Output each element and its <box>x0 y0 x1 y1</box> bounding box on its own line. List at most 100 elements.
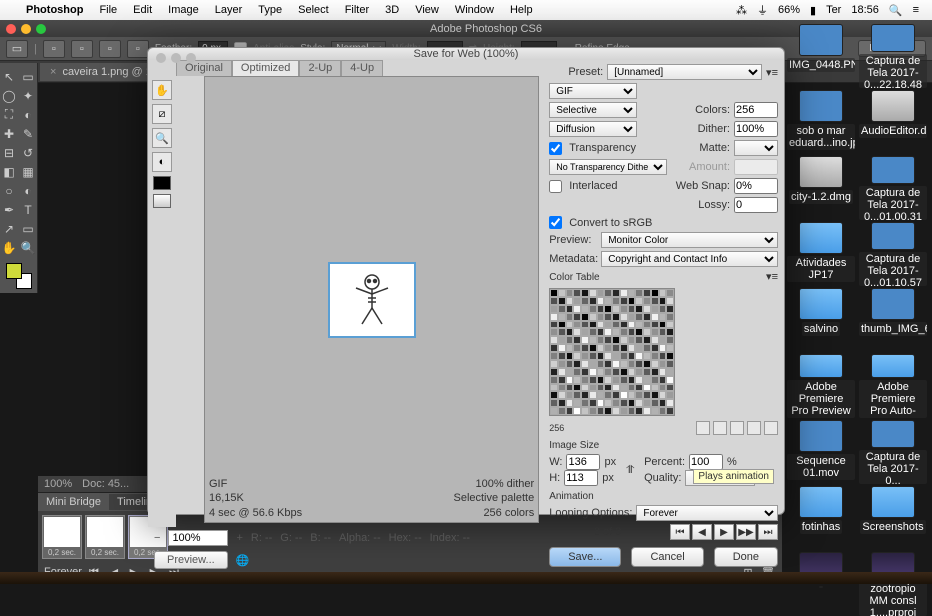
trans-dither-select[interactable]: No Transparency Dither <box>549 159 667 175</box>
eraser-tool[interactable]: ◧ <box>0 163 18 180</box>
type-tool[interactable]: T <box>19 201 37 218</box>
format-select[interactable]: GIF <box>549 83 637 99</box>
websnap-input[interactable] <box>734 178 778 194</box>
anim-next-icon[interactable]: ▶▶ <box>736 524 756 540</box>
preview-button[interactable]: Preview... <box>154 551 228 569</box>
heal-tool[interactable]: ✚ <box>0 125 18 142</box>
desktop-item[interactable]: Screenshots <box>858 486 928 550</box>
pen-tool[interactable]: ✒ <box>0 201 18 218</box>
preview-color-select[interactable]: Monitor Color <box>601 232 778 248</box>
menu-select[interactable]: Select <box>298 4 329 16</box>
srgb-checkbox[interactable] <box>549 216 562 229</box>
menu-window[interactable]: Window <box>455 4 494 16</box>
colortable-menu-icon[interactable]: ▾≡ <box>766 270 778 283</box>
timeline-frame-2[interactable]: 0,2 sec. <box>85 515 125 559</box>
zoom-out-icon[interactable]: − <box>154 532 160 544</box>
blur-tool[interactable]: ○ <box>0 182 18 199</box>
window-zoom-button[interactable] <box>36 24 46 34</box>
color-swatches[interactable] <box>6 263 32 289</box>
menu-help[interactable]: Help <box>510 4 533 16</box>
w-input[interactable] <box>566 454 600 470</box>
save-button[interactable]: Save... <box>549 547 621 567</box>
dlg-zoom-tool[interactable]: 🔍 <box>152 128 172 148</box>
notification-icon[interactable]: ≡ <box>913 4 919 16</box>
eyedropper-tool[interactable]: ◐ <box>19 106 37 123</box>
h-input[interactable] <box>564 470 598 486</box>
tab-2up[interactable]: 2-Up <box>299 60 341 76</box>
brush-tool[interactable]: ✎ <box>19 125 37 142</box>
percent-input[interactable] <box>689 454 723 470</box>
desktop-item[interactable]: zootropio MM consl 1....prproj <box>858 552 928 616</box>
menu-image[interactable]: Image <box>168 4 199 16</box>
anim-prev-icon[interactable]: ◀ <box>692 524 712 540</box>
browser-icon[interactable]: 🌐 <box>236 554 250 567</box>
desktop-item[interactable]: fotinhas <box>786 486 856 550</box>
desktop-item[interactable]: salvino <box>786 288 856 352</box>
matte-select[interactable] <box>734 140 778 156</box>
menu-view[interactable]: View <box>415 4 439 16</box>
ct-lock-icon[interactable] <box>696 421 710 435</box>
desktop-item[interactable]: thumb_IMG_6382_1024.jpg <box>858 288 928 352</box>
sel-new-icon[interactable]: ▫ <box>43 40 65 58</box>
ct-trash-icon[interactable] <box>764 421 778 435</box>
crop-tool[interactable]: ⛶ <box>0 106 18 123</box>
desktop-item[interactable]: AudioEditor.dmg <box>858 90 928 154</box>
dlg-hand-tool[interactable]: ✋ <box>152 80 172 100</box>
desktop-item[interactable]: Captura de Tela 2017-0...22.18.48 <box>858 24 928 88</box>
wand-tool[interactable]: ✦ <box>19 87 37 104</box>
tab-4up[interactable]: 4-Up <box>341 60 383 76</box>
preset-menu-icon[interactable]: ▾≡ <box>766 66 778 79</box>
dither-input[interactable] <box>734 121 778 137</box>
zoom-input[interactable] <box>168 530 228 546</box>
desktop-item[interactable]: Captura de Tela 2017-0...01.00.31 <box>858 156 928 220</box>
ct-web-icon[interactable] <box>713 421 727 435</box>
shape-tool[interactable]: ▭ <box>19 220 37 237</box>
interlaced-checkbox[interactable] <box>549 180 562 193</box>
desktop-item[interactable]: city-1.2.dmg <box>786 156 856 220</box>
dlg-close-button[interactable] <box>156 53 166 63</box>
color-table[interactable] <box>549 288 675 416</box>
sel-sub-icon[interactable]: ▫ <box>99 40 121 58</box>
lasso-tool[interactable]: ◯ <box>0 87 18 104</box>
menu-3d[interactable]: 3D <box>385 4 399 16</box>
tab-optimized[interactable]: Optimized <box>232 60 300 76</box>
desktop-item[interactable]: Captura de Tela 2017-0... <box>858 420 928 484</box>
dodge-tool[interactable]: ◐ <box>19 182 37 199</box>
move-tool[interactable]: ↖ <box>0 68 18 85</box>
dlg-slice-vis-icon[interactable] <box>153 194 171 208</box>
menu-edit[interactable]: Edit <box>133 4 152 16</box>
anim-play-icon[interactable]: ▶ <box>714 524 734 540</box>
transparency-checkbox[interactable] <box>549 142 562 155</box>
dlg-min-button[interactable] <box>171 53 181 63</box>
dlg-eyedropper-tool[interactable]: ◐ <box>152 152 172 172</box>
link-icon[interactable]: ⥣ <box>626 464 634 477</box>
ct-new-icon[interactable] <box>747 421 761 435</box>
menu-filter[interactable]: Filter <box>345 4 369 16</box>
path-tool[interactable]: ↗ <box>0 220 18 237</box>
timeline-frame-1[interactable]: 0,2 sec. <box>42 515 82 559</box>
anim-last-icon[interactable]: ⏭ <box>758 524 778 540</box>
zoom-in-icon[interactable]: + <box>236 532 242 544</box>
tool-preset-icon[interactable]: ▭ <box>6 40 28 58</box>
ct-map-icon[interactable] <box>730 421 744 435</box>
stamp-tool[interactable]: ⊟ <box>0 144 18 161</box>
fg-color-swatch[interactable] <box>6 263 22 279</box>
desktop-item[interactable]: Atividades JP17 <box>786 222 856 286</box>
desktop-item[interactable]: Adobe Premiere Pro Auto-Save <box>858 354 928 418</box>
menu-layer[interactable]: Layer <box>215 4 243 16</box>
history-brush-tool[interactable]: ↺ <box>19 144 37 161</box>
preview-canvas[interactable]: GIF 16,15K 4 sec @ 56.6 Kbps 100% dither… <box>204 76 539 523</box>
lossy-input[interactable] <box>734 197 778 213</box>
desktop-item[interactable]: Captura de Tela 2017-0...01.10.57 <box>858 222 928 286</box>
desktop-item[interactable]: Sequence 01.mov <box>786 420 856 484</box>
menu-app[interactable]: Photoshop <box>26 4 83 16</box>
spotlight-icon[interactable]: 🔍 <box>889 4 903 17</box>
dither-method-select[interactable]: Diffusion <box>549 121 637 137</box>
cancel-button[interactable]: Cancel <box>631 547 703 567</box>
dlg-zoom-button[interactable] <box>186 53 196 63</box>
hand-tool[interactable]: ✋ <box>0 239 18 256</box>
minibridge-tab[interactable]: Mini Bridge <box>38 494 109 510</box>
menu-type[interactable]: Type <box>258 4 282 16</box>
dlg-slice-tool[interactable]: ⧄ <box>152 104 172 124</box>
dialog-titlebar[interactable]: Save for Web (100%) <box>148 48 784 60</box>
